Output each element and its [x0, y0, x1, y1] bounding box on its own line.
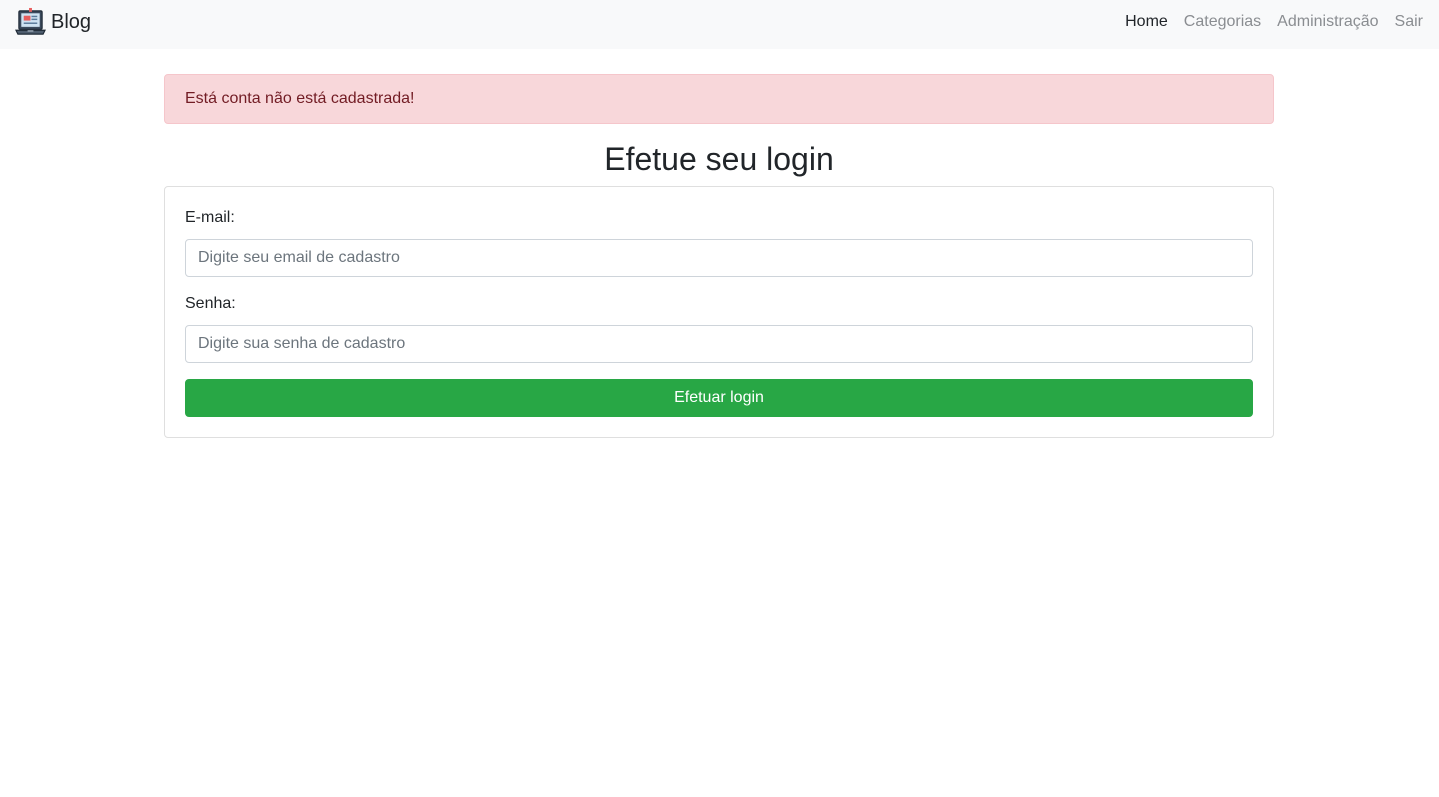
brand-label: Blog — [51, 11, 92, 33]
nav-categorias-link[interactable]: Categorias — [1184, 13, 1261, 31]
email-input[interactable] — [185, 239, 1253, 277]
login-form: E-mail: Senha: Efetuar login — [164, 186, 1274, 438]
navbar: Blog Home Categorias Administração Sair — [0, 0, 1439, 49]
email-label: E-mail: — [185, 209, 235, 226]
error-alert: Está conta não está cadastrada! — [164, 74, 1274, 124]
login-button[interactable]: Efetuar login — [185, 379, 1253, 417]
laptop-icon — [15, 7, 46, 35]
nav-links: Home Categorias Administração Sair — [1109, 0, 1423, 44]
password-label: Senha: — [185, 295, 236, 312]
nav-administracao-link[interactable]: Administração — [1277, 13, 1378, 31]
brand-link[interactable]: Blog — [15, 6, 91, 38]
page-title: Efetue seu login — [604, 141, 834, 177]
nav-home-link[interactable]: Home — [1125, 13, 1168, 31]
password-input[interactable] — [185, 325, 1253, 363]
nav-sair-link[interactable]: Sair — [1395, 13, 1423, 31]
